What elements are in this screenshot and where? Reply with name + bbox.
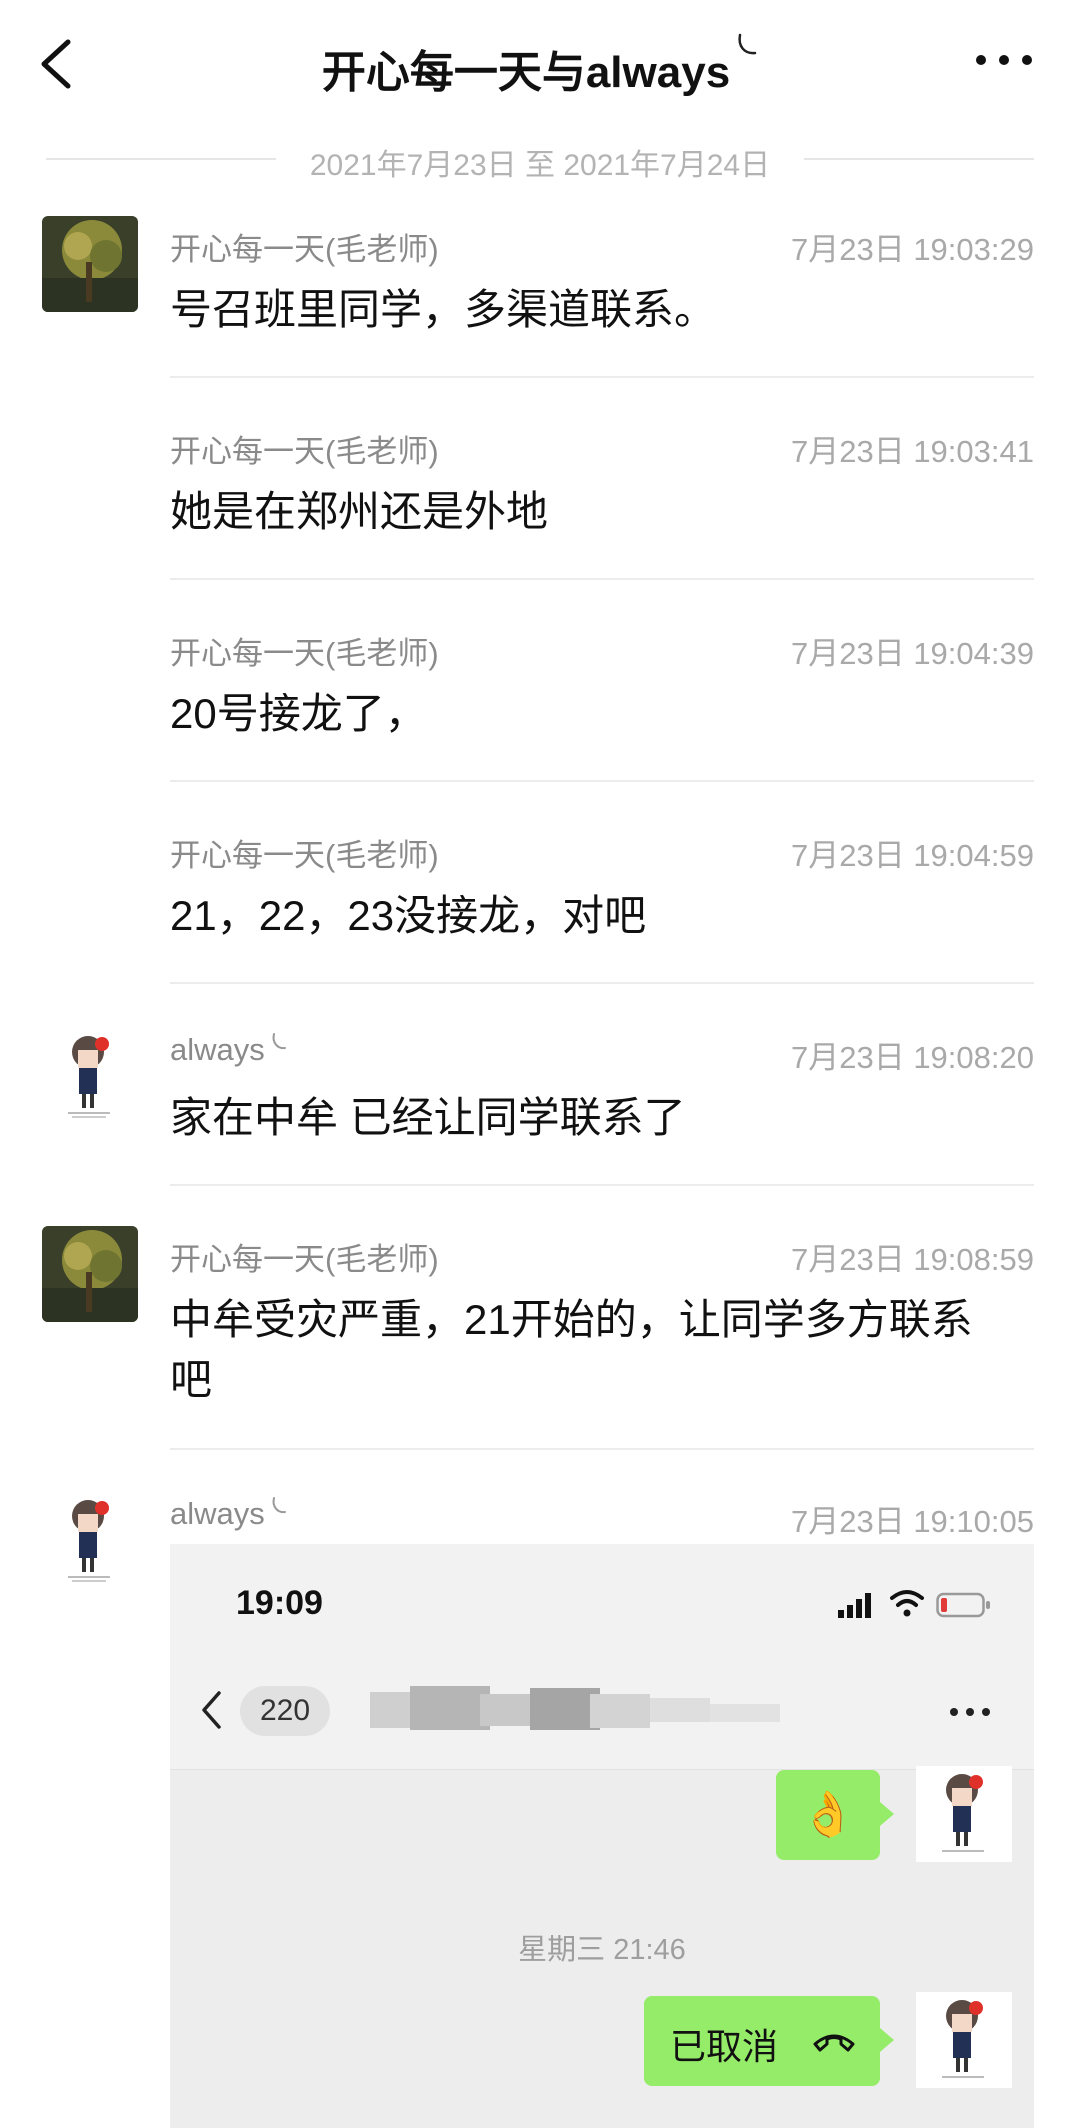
call-status-text: 已取消 [670, 2026, 779, 2067]
ok-hand-icon: 👌 [800, 1790, 856, 1839]
message-text: 20号接龙了， [170, 690, 427, 737]
blurred-chat-title [370, 1686, 780, 1730]
moon-icon [272, 1033, 286, 1050]
message-time: 7月23日 19:04:39 [790, 636, 1034, 671]
unread-badge: 220 [240, 1686, 330, 1736]
bubble-tail [880, 2028, 894, 2052]
ok-emoji-bubble: 👌 [776, 1770, 880, 1860]
more-dots-icon[interactable] [976, 48, 1032, 72]
moon-icon [738, 33, 757, 55]
message-text: 中牟受灾严重，21开始的，让同学多方联系吧 [170, 1296, 973, 1403]
divider [170, 1448, 1034, 1450]
sender-name: 开心每一天(毛老师) [170, 838, 439, 873]
divider [170, 376, 1034, 378]
signal-icon [838, 1593, 871, 1618]
message-text: 她是在郑州还是外地 [170, 488, 549, 535]
avatar [916, 1992, 1012, 2088]
message-text: 家在中牟 已经让同学联系了 [170, 1094, 686, 1141]
message-time: 7月23日 19:08:20 [790, 1040, 1034, 1075]
avatar[interactable] [42, 1492, 138, 1588]
phone-hangup-icon [813, 2034, 855, 2052]
battery-icon [936, 1592, 990, 1618]
date-range-text: 2021年7月23日 至 2021年7月24日 [289, 149, 791, 182]
divider [170, 780, 1034, 782]
divider [170, 1184, 1034, 1186]
time-divider: 星期三 21:46 [518, 1934, 686, 1966]
wifi-icon [890, 1590, 924, 1617]
chevron-left-icon [202, 1691, 221, 1729]
sender-name-text: always [170, 1032, 265, 1067]
chat-header: 开心每一天与always [0, 0, 1080, 130]
sender-name: always [170, 1496, 287, 1532]
bubble-tail [880, 1802, 894, 1826]
more-dots-icon [950, 1708, 990, 1718]
avatar[interactable] [42, 1028, 138, 1124]
message-text: 21，22，23没接龙，对吧 [170, 892, 647, 939]
embedded-status-bar: 19:09 [170, 1544, 1034, 1654]
sender-name: 开心每一天(毛老师) [170, 1242, 439, 1277]
embedded-nav-bar: 220 [170, 1654, 1034, 1770]
sender-name: 开心每一天(毛老师) [170, 636, 439, 671]
avatar[interactable] [42, 1226, 138, 1322]
date-range-divider: 2021年7月23日 至 2021年7月24日 [0, 136, 1080, 182]
divider [170, 578, 1034, 580]
sender-name: 开心每一天(毛老师) [170, 434, 439, 469]
chat-title: 开心每一天与always [0, 33, 1080, 100]
embedded-clock: 19:09 [236, 1584, 323, 1622]
image-message[interactable]: 19:09 220 👌 星期三 21:46 已取消 [170, 1544, 1034, 2128]
avatar [916, 1766, 1012, 1862]
message-time: 7月23日 19:03:41 [790, 434, 1034, 469]
sender-name: 开心每一天(毛老师) [170, 232, 439, 267]
divider [170, 982, 1034, 984]
message-time: 7月23日 19:10:05 [790, 1504, 1034, 1539]
sender-name-text: always [170, 1496, 265, 1531]
sender-name: always [170, 1032, 287, 1068]
avatar[interactable] [42, 216, 138, 312]
message-text: 号召班里同学，多渠道联系。 [170, 286, 717, 333]
chat-title-text: 开心每一天与always [321, 48, 731, 97]
message-time: 7月23日 19:03:29 [790, 232, 1034, 267]
call-bubble: 已取消 [644, 1996, 880, 2086]
message-time: 7月23日 19:08:59 [790, 1242, 1034, 1277]
message-time: 7月23日 19:04:59 [790, 838, 1034, 873]
moon-icon [272, 1497, 286, 1514]
